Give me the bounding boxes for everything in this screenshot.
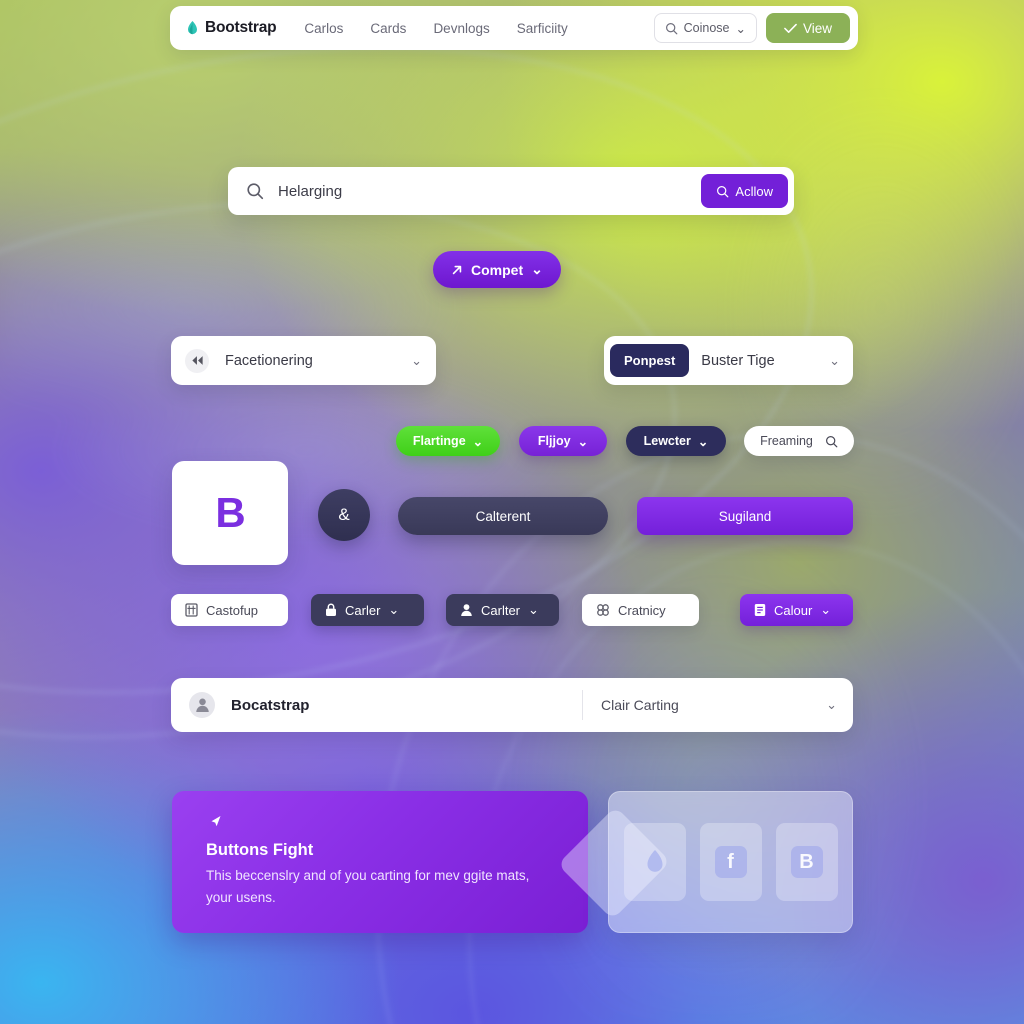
nav-link-cards[interactable]: Cards <box>370 21 406 36</box>
calour-button[interactable]: Calour ⌄ <box>740 594 853 626</box>
person-avatar-icon <box>189 692 215 718</box>
view-button-label: View <box>802 20 833 36</box>
nav-link-carlos[interactable]: Carlos <box>304 21 343 36</box>
castofup-button[interactable]: Castofup <box>171 594 288 626</box>
calour-button-label: Calour <box>774 602 813 618</box>
chevron-down-icon: ⌄ <box>826 697 837 712</box>
chevron-down-icon: ⌄ <box>531 261 543 277</box>
banner-body: This beccenslry and of you carting for m… <box>206 868 530 905</box>
bootstrap-droplet-icon <box>188 20 197 34</box>
profile-name: Bocatstrap <box>231 696 310 714</box>
pill-fljjoy[interactable]: Fljjoy ⌄ <box>519 426 607 456</box>
nav-link-sarficiity[interactable]: Sarficiity <box>517 21 568 36</box>
ponpest-value: Buster Tige <box>701 352 775 369</box>
chevron-down-icon: ⌄ <box>411 352 422 368</box>
calterent-button-label: Calterent <box>475 508 531 524</box>
pill-flartinge[interactable]: Flartinge ⌄ <box>396 426 500 456</box>
check-icon <box>784 23 797 33</box>
facetionering-label: Facetionering <box>225 352 313 369</box>
carler-button[interactable]: Carler ⌄ <box>311 594 424 626</box>
search-icon <box>247 183 264 200</box>
chevron-down-icon: ⌄ <box>829 352 840 368</box>
chevron-down-icon: ⌄ <box>577 434 589 449</box>
ponpest-select[interactable]: Ponpest Buster Tige ⌄ <box>604 336 853 385</box>
cursor-pointer-icon <box>211 816 221 827</box>
glass-tile-bootstrap-droplet[interactable] <box>623 823 686 901</box>
chevron-down-icon: ⌄ <box>528 602 539 617</box>
navbar: Bootstrap Carlos Cards Devnlogs Sarficii… <box>170 6 858 50</box>
cratnicy-button[interactable]: Cratnicy <box>582 594 699 626</box>
ampersand-icon: & <box>338 505 350 524</box>
bootstrap-b-icon: B <box>790 846 823 878</box>
carlter-button-label: Carlter <box>481 602 521 618</box>
clair-carting-select[interactable]: Clair Carting ⌄ <box>583 697 837 713</box>
facebook-icon: f <box>714 846 747 878</box>
nav-link-devnlogs[interactable]: Devnlogs <box>433 21 489 36</box>
search-icon <box>825 435 838 447</box>
navbar-right: Coinose ⌄ View <box>653 13 850 43</box>
rewind-icon <box>185 348 209 373</box>
search-icon <box>717 185 729 197</box>
carler-button-label: Carler <box>345 602 381 618</box>
bootstrap-droplet-icon <box>639 846 671 878</box>
glass-tile-facebook[interactable]: f <box>699 823 762 901</box>
lock-icon <box>326 603 336 616</box>
bootstrap-logo-card: B <box>172 461 288 565</box>
compet-button-label: Compet <box>471 261 524 278</box>
compet-button[interactable]: Compet ⌄ <box>433 251 561 288</box>
clair-carting-label: Clair Carting <box>601 697 679 713</box>
chevron-down-icon: ⌄ <box>472 434 484 449</box>
brand-label: Bootstrap <box>205 19 277 36</box>
card-icon <box>754 604 766 616</box>
facetionering-select[interactable]: Facetionering ⌄ <box>171 336 436 385</box>
cratnicy-button-label: Cratnicy <box>618 602 666 618</box>
search-input[interactable]: Helarging <box>278 183 701 200</box>
chevron-down-icon: ⌄ <box>820 602 832 617</box>
pill-lewcter[interactable]: Lewcter ⌄ <box>626 426 726 456</box>
castofup-button-label: Castofup <box>206 602 259 618</box>
chevron-down-icon: ⌄ <box>697 434 709 449</box>
pill-freaming[interactable]: Freaming <box>744 426 854 456</box>
clover-icon <box>597 604 609 616</box>
view-button[interactable]: View <box>766 13 850 43</box>
social-glass-panel: f B <box>557 791 853 933</box>
nav-links: Carlos Cards Devnlogs Sarficiity <box>304 21 567 36</box>
chevron-down-icon: ⌄ <box>388 602 400 617</box>
building-grid-icon <box>185 603 198 617</box>
page-stage: Bootstrap Carlos Cards Devnlogs Sarficii… <box>0 0 1024 1024</box>
ampersand-circle-button[interactable]: & <box>318 489 370 541</box>
sugiland-button-label: Sugiland <box>718 508 772 524</box>
sugiland-button[interactable]: Sugiland <box>637 497 853 535</box>
bootstrap-b-icon: B <box>215 489 245 536</box>
brand[interactable]: Bootstrap <box>186 19 277 37</box>
allow-button[interactable]: Acllow <box>701 174 788 208</box>
search-icon <box>665 22 678 34</box>
banner-title: Buttons Fight <box>206 841 314 859</box>
profile-bar: Bocatstrap Clair Carting ⌄ <box>171 678 853 732</box>
buttons-fight-banner: Buttons Fight This beccenslry and of you… <box>172 791 588 933</box>
chevron-down-icon: ⌄ <box>735 21 746 36</box>
person-icon <box>461 604 472 616</box>
arrow-up-right-icon <box>452 265 462 274</box>
navbar-search-dropdown[interactable]: Coinose ⌄ <box>653 13 757 43</box>
pill-flartinge-label: Flartinge <box>412 434 466 448</box>
navbar-search-label: Coinose <box>683 21 730 35</box>
hero-search-bar: Helarging Acllow <box>228 167 794 215</box>
calterent-button[interactable]: Calterent <box>398 497 608 535</box>
allow-button-label: Acllow <box>735 183 773 199</box>
ponpest-tag[interactable]: Ponpest <box>610 344 690 377</box>
carlter-button[interactable]: Carlter ⌄ <box>446 594 559 626</box>
pill-lewcter-label: Lewcter <box>643 434 691 448</box>
glass-tile-bootstrap-b[interactable]: B <box>775 823 838 901</box>
pill-fljjoy-label: Fljjoy <box>537 434 571 448</box>
pill-freaming-label: Freaming <box>760 434 813 448</box>
